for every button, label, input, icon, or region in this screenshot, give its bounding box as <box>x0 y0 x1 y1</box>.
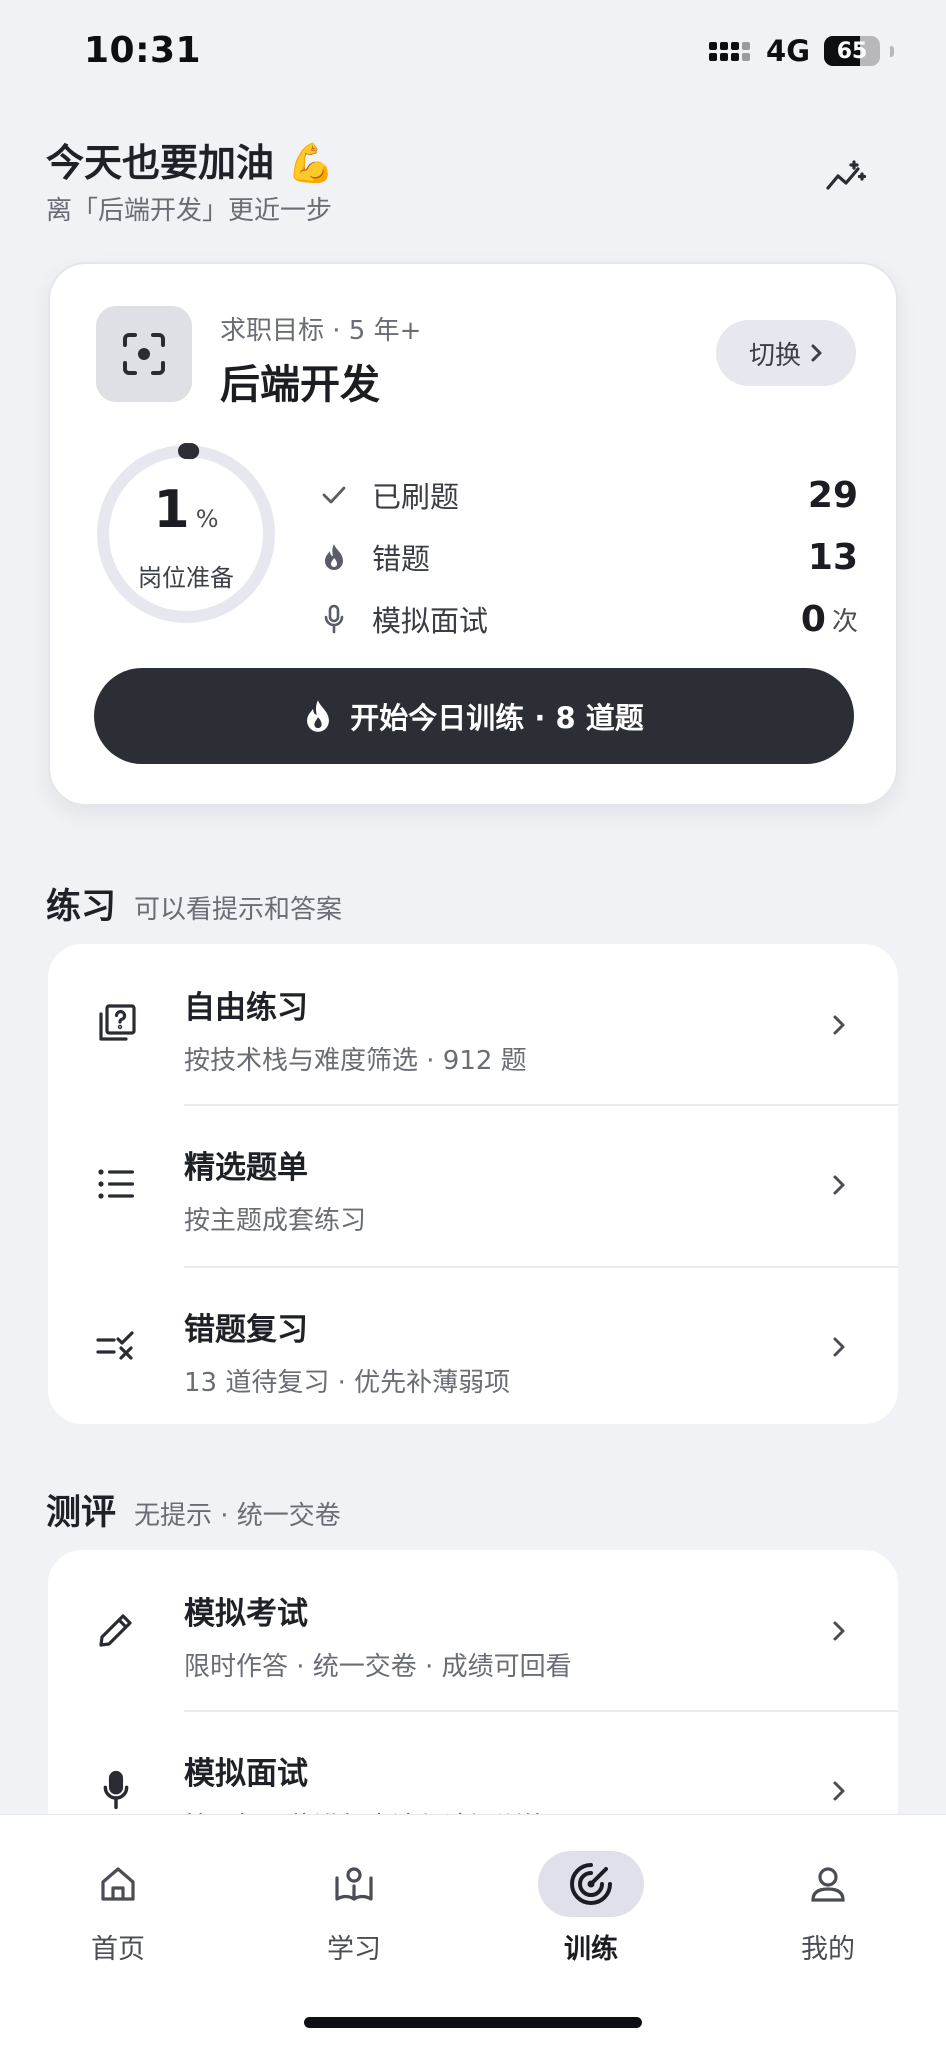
profile-icon <box>775 1851 881 1917</box>
readiness-ring: 1% 岗位准备 <box>94 442 278 626</box>
practice-list: 自由练习 按技术栈与难度筛选 · 912 题 精选题单 按主题成套练习 错题复习… <box>48 944 898 1424</box>
network-type: 4G <box>766 34 810 68</box>
mic-icon <box>92 1766 140 1814</box>
list-item-subtitle: 13 道待复习 · 优先补薄弱项 <box>184 1368 511 1398</box>
battery-cap <box>890 45 894 57</box>
check-icon <box>318 479 350 511</box>
list-item-title: 精选题单 <box>184 1150 308 1186</box>
list-item-subtitle: 按主题成套练习 <box>184 1206 367 1236</box>
stat-label: 错题 <box>372 542 431 576</box>
list-item-curated-sets[interactable]: 精选题单 按主题成套练习 <box>48 1104 898 1266</box>
chevron-right-icon <box>822 1330 856 1364</box>
list-item-mock-exam[interactable]: 模拟考试 限时作答 · 统一交卷 · 成绩可回看 <box>48 1550 898 1710</box>
list-item-title: 模拟考试 <box>184 1596 308 1632</box>
chevron-right-icon <box>822 1168 856 1202</box>
signal-icon <box>709 41 751 61</box>
list-item-subtitle: 按技术栈与难度筛选 · 912 题 <box>184 1046 527 1076</box>
list-item-title: 错题复习 <box>184 1312 308 1348</box>
list-item-title: 自由练习 <box>184 990 308 1026</box>
chevron-right-icon <box>822 1008 856 1042</box>
status-indicators: 4G 65 <box>709 34 894 68</box>
tab-label: 首页 <box>91 1934 145 1965</box>
switch-goal-button[interactable]: 切换 <box>716 320 856 386</box>
stat-mock-interview: 模拟面试 0 次 <box>318 594 858 644</box>
tab-learn[interactable]: 学习 <box>274 1837 434 1965</box>
stat-value: 0 <box>800 598 826 640</box>
chevron-right-icon <box>811 344 822 362</box>
list-item-mistake-review[interactable]: 错题复习 13 道待复习 · 优先补薄弱项 <box>48 1266 898 1424</box>
tab-train[interactable]: 训练 <box>511 1837 671 1965</box>
readiness-value: 1% <box>94 480 278 540</box>
tab-label: 训练 <box>564 1934 618 1965</box>
goal-name: 后端开发 <box>220 362 380 408</box>
section-subtitle: 无提示 · 统一交卷 <box>134 1501 341 1531</box>
chevron-right-icon <box>822 1614 856 1648</box>
goal-icon-box <box>96 306 192 402</box>
switch-label: 切换 <box>748 340 801 371</box>
flame-icon <box>307 700 330 732</box>
section-title: 测评 <box>46 1493 117 1533</box>
chevron-right-icon <box>822 1774 856 1808</box>
training-page: 10:31 4G 65 今天也要加油 💪 离「后端开发」更近一步 求职目标 · … <box>0 0 946 2048</box>
start-training-button[interactable]: 开始今日训练 · 8 道题 <box>94 668 854 764</box>
assessment-section-header: 测评 无提示 · 统一交卷 <box>46 1484 341 1535</box>
section-subtitle: 可以看提示和答案 <box>134 895 343 925</box>
trend-button[interactable] <box>820 156 872 200</box>
check-cross-list-icon <box>92 1322 140 1370</box>
stat-label: 模拟面试 <box>372 604 489 638</box>
battery-level: 65 <box>836 38 868 64</box>
status-bar: 10:31 4G 65 <box>0 0 946 105</box>
tab-label: 我的 <box>801 1934 855 1965</box>
practice-section-header: 练习 可以看提示和答案 <box>46 878 342 929</box>
goal-meta: 求职目标 · 5 年+ <box>220 316 422 346</box>
stat-solved: 已刷题 29 <box>318 470 858 520</box>
list-item-subtitle: 限时作答 · 统一交卷 · 成绩可回看 <box>184 1652 572 1682</box>
readiness-percent: 1 <box>153 480 190 540</box>
list-item-free-practice[interactable]: 自由练习 按技术栈与难度筛选 · 912 题 <box>48 944 898 1104</box>
list-item-title: 模拟面试 <box>184 1756 308 1792</box>
trend-sparkle-icon <box>826 160 867 190</box>
readiness-unit: % <box>195 505 219 533</box>
stat-mistakes: 错题 13 <box>318 532 858 582</box>
focus-target-icon <box>123 333 165 375</box>
mic-icon <box>318 603 350 635</box>
target-icon <box>538 1851 644 1917</box>
section-title: 练习 <box>46 887 117 927</box>
greeting-title: 今天也要加油 💪 <box>46 141 335 185</box>
status-time: 10:31 <box>84 30 202 71</box>
battery-icon: 65 <box>824 36 880 66</box>
tab-home[interactable]: 首页 <box>38 1837 198 1965</box>
tab-label: 学习 <box>327 1934 381 1965</box>
pencil-icon <box>92 1606 140 1654</box>
stat-suffix: 次 <box>831 606 858 637</box>
stat-value: 13 <box>807 536 858 578</box>
tab-profile[interactable]: 我的 <box>748 1837 908 1965</box>
stat-label: 已刷题 <box>372 480 460 514</box>
flame-icon <box>318 541 350 573</box>
stat-value: 29 <box>807 474 858 516</box>
goal-card: 求职目标 · 5 年+ 后端开发 切换 1% 岗位准备 已刷题 29 错题 13… <box>48 262 898 806</box>
list-icon <box>92 1160 140 1208</box>
start-training-label: 开始今日训练 · 8 道题 <box>350 701 644 735</box>
home-icon <box>65 1851 171 1917</box>
readiness-label: 岗位准备 <box>138 564 234 592</box>
greeting-subtitle: 离「后端开发」更近一步 <box>46 196 333 226</box>
bottom-nav: 首页 学习 训练 我的 <box>0 1814 946 2048</box>
book-icon <box>301 1851 407 1917</box>
home-indicator <box>304 2017 642 2028</box>
question-stack-icon <box>92 1000 140 1048</box>
